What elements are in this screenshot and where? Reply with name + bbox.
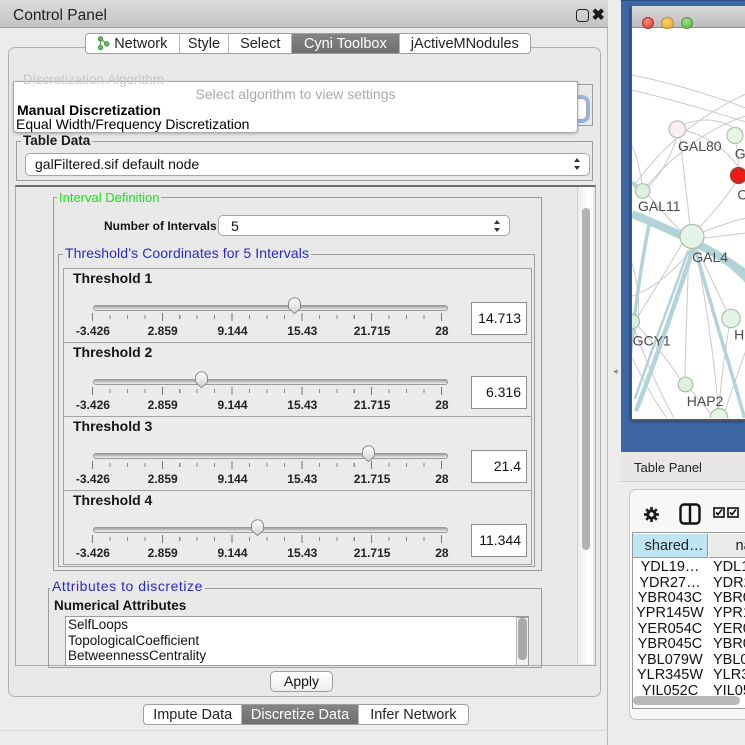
svg-text:GAL80: GAL80 xyxy=(678,138,722,154)
svg-text:GCY1: GCY1 xyxy=(633,333,671,349)
svg-text:GAL80: GAL80 xyxy=(735,146,745,162)
svg-text:HAP2: HAP2 xyxy=(687,393,724,409)
svg-text:CYC1: CYC1 xyxy=(737,187,745,203)
svg-text:HIS4: HIS4 xyxy=(734,327,745,343)
svg-text:GAL11: GAL11 xyxy=(638,198,681,214)
svg-text:GAL4: GAL4 xyxy=(692,249,728,265)
